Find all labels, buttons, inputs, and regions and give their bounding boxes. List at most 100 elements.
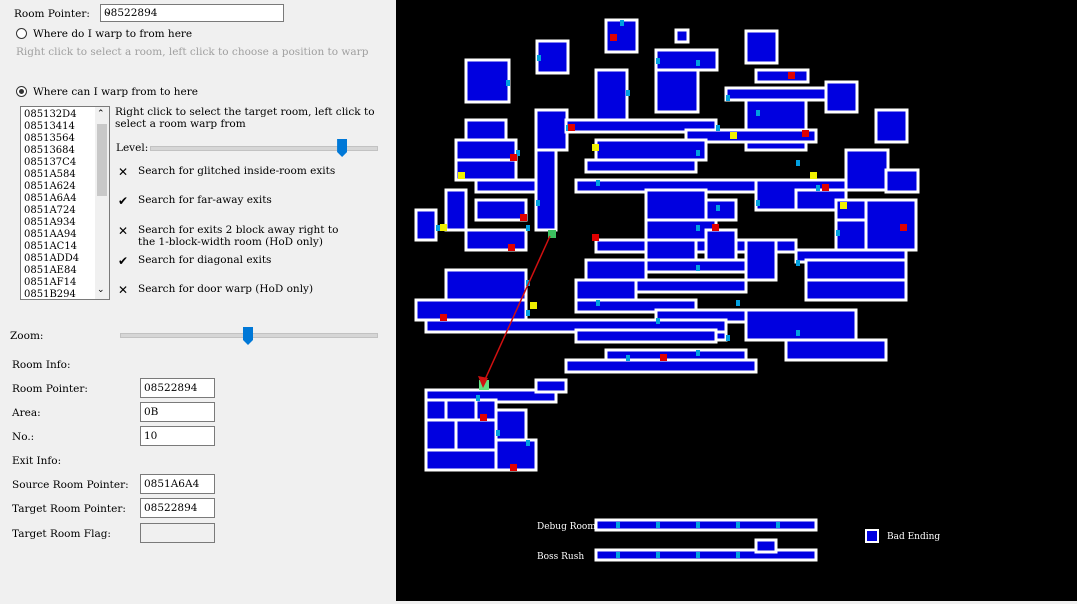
room-list-item[interactable]: 0851A6A4: [24, 193, 77, 205]
target-flag-field[interactable]: [140, 523, 215, 543]
map-door: [726, 95, 730, 101]
no-field-value: 10: [144, 430, 158, 442]
map-room: [424, 418, 458, 452]
room-list-item[interactable]: 0851B294: [24, 289, 76, 299]
check-doorwarp-mark[interactable]: ✕: [117, 283, 129, 297]
scroll-thumb[interactable]: [97, 124, 107, 196]
map-room: [584, 258, 648, 282]
map-door: [796, 330, 800, 336]
map-door: [526, 225, 530, 231]
map-room: [534, 148, 558, 232]
map-door: [436, 225, 440, 231]
map-room: [444, 268, 528, 302]
scroll-up-icon[interactable]: ⌃: [97, 109, 105, 119]
map-door: [506, 80, 510, 86]
boss-rush-label: Boss Rush: [537, 552, 584, 562]
map-room: [744, 308, 858, 342]
map-door: [626, 355, 630, 361]
save-room-marker: [610, 34, 617, 41]
room-list-item[interactable]: 0851ADD4: [24, 253, 79, 265]
room-pointer-field[interactable]: 08522894: [140, 378, 215, 398]
map-room: [414, 208, 438, 242]
room-list-item[interactable]: 0851A624: [24, 181, 76, 193]
check-diagonal-mark[interactable]: ✔: [117, 254, 129, 268]
map-door: [656, 552, 660, 558]
source-room-field[interactable]: 0851A6A4: [140, 474, 215, 494]
scroll-down-icon[interactable]: ⌄: [97, 285, 105, 295]
save-room-marker: [788, 72, 795, 79]
room-list-item[interactable]: 0851AF14: [24, 277, 76, 289]
target-room-field-value: 08522894: [144, 502, 198, 514]
map-door: [726, 335, 730, 341]
room-list-item[interactable]: 085137C4: [24, 157, 76, 169]
map-door: [736, 300, 740, 306]
radio-warp-from-here-label[interactable]: Where do I warp to from here: [33, 28, 192, 40]
save-room-marker: [900, 224, 907, 231]
map-room: [444, 188, 468, 232]
map-door: [626, 90, 630, 96]
map-door: [696, 60, 700, 66]
room-list[interactable]: 085132D4 08513414 08513564 08513684 085137C4…: [20, 106, 110, 300]
warp-room-marker: [458, 172, 465, 179]
check-2block-label[interactable]: Search for exits 2 block away right to: [138, 224, 338, 236]
map-room: [874, 108, 909, 144]
room-list-item[interactable]: 0851A724: [24, 205, 76, 217]
map-room: [474, 178, 538, 194]
room-list-item[interactable]: 0851AA94: [24, 229, 77, 241]
room-list-scrollbar[interactable]: ⌃ ⌄: [95, 107, 109, 299]
room-list-item[interactable]: 0851A934: [24, 217, 76, 229]
castle-map-canvas[interactable]: Debug Room Boss Rush Bad Ending: [396, 0, 1077, 601]
map-door: [526, 310, 530, 316]
check-glitched-mark[interactable]: ✕: [117, 165, 129, 179]
room-list-item[interactable]: 08513684: [24, 145, 75, 157]
radio-warp-from-here[interactable]: [16, 28, 27, 39]
check-2block-mark[interactable]: ✕: [117, 224, 129, 238]
area-field[interactable]: 0B: [140, 402, 215, 422]
map-room: [494, 408, 528, 442]
room-pointer-dropdown[interactable]: 08522894 ⌄: [100, 4, 284, 22]
level-slider-thumb[interactable]: [337, 139, 348, 157]
room-list-item[interactable]: 085132D4: [24, 109, 77, 121]
save-room-marker: [822, 184, 829, 191]
map-room: [744, 238, 778, 282]
check-faraway-mark[interactable]: ✔: [117, 194, 129, 208]
exit-info-label: Exit Info:: [12, 455, 62, 467]
map-room: [824, 80, 859, 114]
target-room-field[interactable]: 08522894: [140, 498, 215, 518]
bad-ending-swatch: [865, 529, 879, 543]
save-room-marker: [568, 124, 575, 131]
map-room: [594, 518, 818, 532]
no-field[interactable]: 10: [140, 426, 215, 446]
radio-warp-to-here[interactable]: [16, 86, 27, 97]
check-doorwarp-label[interactable]: Search for door warp (HoD only): [138, 283, 313, 295]
room-list-item[interactable]: 08513564: [24, 133, 75, 145]
map-door: [756, 200, 760, 206]
room-list-item[interactable]: 0851AE84: [24, 265, 77, 277]
map-room: [864, 198, 918, 252]
map-room: [844, 148, 890, 192]
map-room: [804, 258, 908, 282]
check-diagonal-label[interactable]: Search for diagonal exits: [138, 254, 271, 266]
warp-room-marker: [840, 202, 847, 209]
save-room-marker: [508, 244, 515, 251]
map-room: [634, 278, 748, 294]
room-list-item[interactable]: 0851AC14: [24, 241, 77, 253]
bad-ending-label: Bad Ending: [887, 532, 940, 542]
zoom-slider-thumb[interactable]: [243, 327, 253, 345]
area-label: Area:: [12, 407, 41, 419]
map-door: [836, 230, 840, 236]
check-2block-label-line2[interactable]: the 1-block-width room (HoD only): [138, 236, 323, 248]
radio-warp-to-here-label[interactable]: Where can I warp from to here: [33, 86, 198, 98]
map-room: [534, 108, 569, 152]
save-room-marker: [510, 464, 517, 471]
map-door: [536, 200, 540, 206]
save-room-marker: [480, 414, 487, 421]
room-pointer-field-label: Room Pointer:: [12, 383, 88, 395]
check-glitched-label[interactable]: Search for glitched inside-room exits: [138, 165, 335, 177]
castle-map[interactable]: Debug Room Boss Rush Bad Ending: [396, 0, 1077, 601]
map-room: [454, 418, 498, 452]
room-list-item[interactable]: 08513414: [24, 121, 75, 133]
check-faraway-label[interactable]: Search for far-away exits: [138, 194, 272, 206]
room-list-item[interactable]: 0851A584: [24, 169, 76, 181]
map-door: [696, 350, 700, 356]
